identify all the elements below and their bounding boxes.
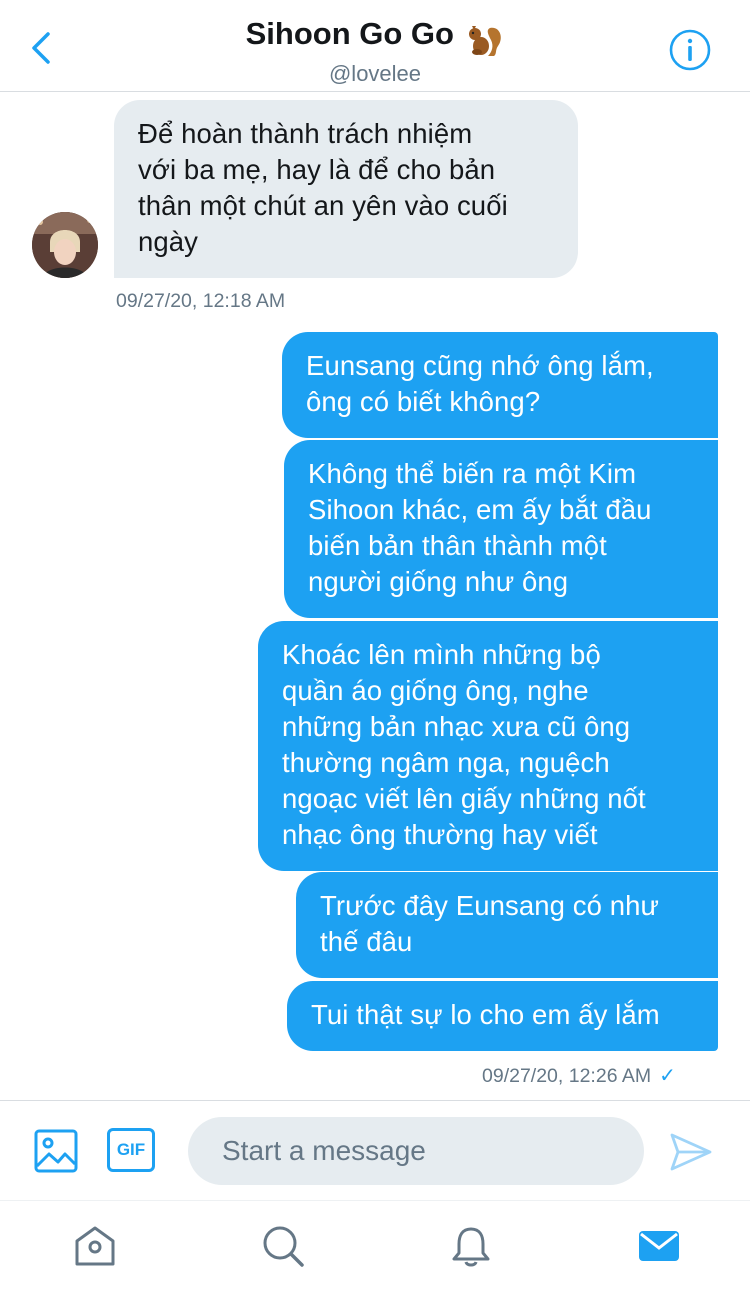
tab-search[interactable]: [260, 1223, 306, 1269]
bell-icon: [452, 1227, 490, 1267]
received-timestamp: 09/27/20, 12:18 AM: [116, 290, 286, 312]
mail-icon: [639, 1231, 679, 1261]
tab-notifications[interactable]: [448, 1223, 494, 1269]
search-icon: [263, 1226, 304, 1267]
info-button[interactable]: [668, 28, 712, 72]
message-composer: GIF: [0, 1100, 750, 1200]
send-icon: [670, 1133, 712, 1171]
contact-avatar[interactable]: [32, 212, 98, 278]
sent-checkmark-icon: ✓: [659, 1065, 676, 1087]
squirrel-emoji-icon: [469, 25, 502, 56]
bottom-tab-bar: [0, 1200, 750, 1298]
info-icon: [669, 29, 711, 71]
tab-home[interactable]: [72, 1223, 118, 1269]
conversation-header: Sihoon Go Go @lovelee: [0, 0, 750, 92]
conversation-title: Sihoon Go Go: [245, 16, 454, 51]
received-message-bubble[interactable]: Để hoàn thành trách nhiệm với ba mẹ, hay…: [114, 100, 578, 278]
sent-message-bubble[interactable]: Không thể biến ra một Kim Sihoon khác, e…: [284, 440, 718, 618]
send-button[interactable]: [668, 1131, 714, 1173]
sent-message-bubble[interactable]: Trước đây Eunsang có như thế đâu: [296, 872, 718, 978]
sent-message-bubble[interactable]: Eunsang cũng nhớ ông lắm, ông có biết kh…: [282, 332, 718, 438]
conversation-handle: @lovelee: [328, 60, 422, 86]
sent-message-bubble[interactable]: Tui thật sự lo cho em ấy lắm: [287, 981, 718, 1051]
sent-timestamp-row: 09/27/20, 12:26 AM ✓: [482, 1063, 676, 1088]
message-input[interactable]: [188, 1117, 644, 1185]
home-icon: [75, 1226, 115, 1266]
add-media-button[interactable]: [33, 1128, 79, 1174]
tab-messages[interactable]: [636, 1223, 682, 1269]
conversation-title-row: Sihoon Go Go: [0, 14, 750, 60]
sent-message-bubble[interactable]: Khoác lên mình những bộ quần áo giống ôn…: [258, 621, 718, 871]
avatar-photo: [32, 212, 98, 278]
image-icon: [34, 1129, 78, 1173]
sent-timestamp: 09/27/20, 12:26 AM: [482, 1065, 652, 1087]
conversation-title-group: Sihoon Go Go @lovelee: [0, 14, 750, 88]
gif-button[interactable]: GIF: [107, 1128, 155, 1172]
